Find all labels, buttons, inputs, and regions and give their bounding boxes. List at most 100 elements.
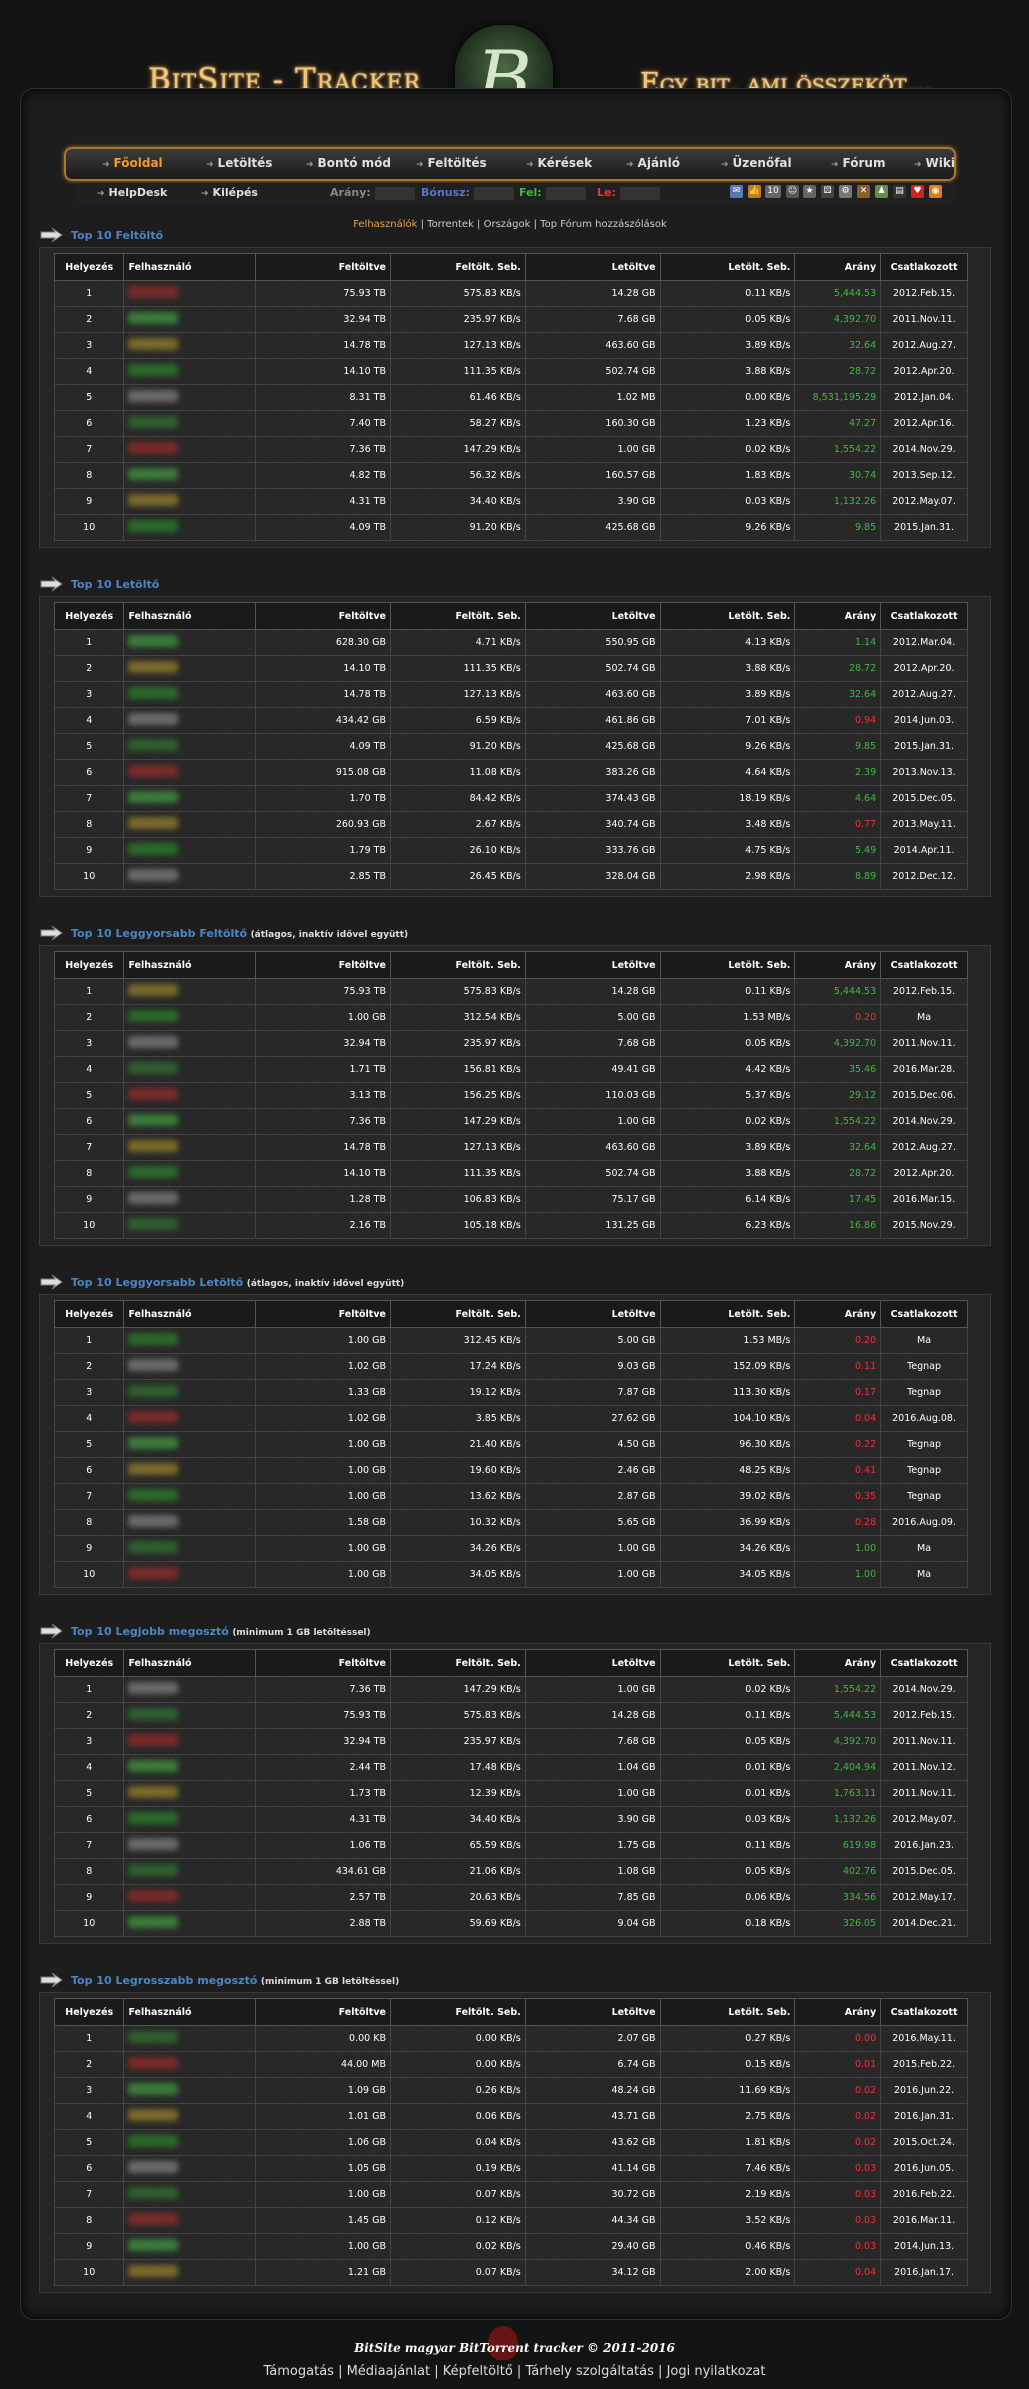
username-cell-blurred[interactable] xyxy=(123,1780,257,1807)
username-cell-blurred[interactable] xyxy=(123,733,257,760)
footer-link-legal[interactable]: Jogi nyilatkozat xyxy=(667,2364,766,2379)
logout-link[interactable]: ➜ Kilépés xyxy=(201,186,258,199)
username-cell-blurred[interactable] xyxy=(123,280,257,307)
username-cell-blurred[interactable] xyxy=(123,1676,257,1703)
menu-item-feltoltes[interactable]: ➜ Feltöltés xyxy=(416,156,487,170)
section-title-link[interactable]: Top 10 Letöltő xyxy=(71,578,159,591)
column-header: Arány xyxy=(794,1649,882,1677)
ratio-cell: 17.45 xyxy=(794,1186,882,1213)
ratio-cell: 5,444.53 xyxy=(794,978,882,1005)
username-cell-blurred[interactable] xyxy=(123,707,257,734)
footer-link-support[interactable]: Támogatás xyxy=(264,2364,334,2379)
username-cell-blurred[interactable] xyxy=(123,384,257,411)
username-cell-blurred[interactable] xyxy=(123,1483,257,1510)
menu-item-keresek[interactable]: ➜ Kérések xyxy=(526,156,592,170)
username-cell-blurred[interactable] xyxy=(123,1832,257,1859)
username-cell-blurred[interactable] xyxy=(123,514,257,541)
username-cell-blurred[interactable] xyxy=(123,1405,257,1432)
menu-item-forum[interactable]: ➜ Fórum xyxy=(831,156,885,170)
username-cell-blurred[interactable] xyxy=(123,2259,257,2286)
username-cell-blurred[interactable] xyxy=(123,1806,257,1833)
username-cell-blurred[interactable] xyxy=(123,1056,257,1083)
username-cell-blurred[interactable] xyxy=(123,1134,257,1161)
username-cell-blurred[interactable] xyxy=(123,837,257,864)
section-title-link[interactable]: Top 10 Leggyorsabb Letöltő xyxy=(71,1276,243,1289)
username-cell-blurred[interactable] xyxy=(123,2155,257,2182)
username-cell-blurred[interactable] xyxy=(123,332,257,359)
menu-item-letoltes[interactable]: ➜ Letöltés xyxy=(206,156,272,170)
menu-item-fooldal[interactable]: ➜ Főoldal xyxy=(102,156,163,170)
username-cell-blurred[interactable] xyxy=(123,1186,257,1213)
username-cell-blurred[interactable] xyxy=(123,2051,257,2078)
username-cell-blurred[interactable] xyxy=(123,1754,257,1781)
username-cell-blurred[interactable] xyxy=(123,1858,257,1885)
section-title-link[interactable]: Top 10 Legjobb megosztó xyxy=(71,1625,229,1638)
username-cell-blurred[interactable] xyxy=(123,2181,257,2208)
tools-icon[interactable]: ✕ xyxy=(857,185,870,198)
menu-item-wiki[interactable]: ➜ Wiki xyxy=(914,156,955,170)
menu-item-bonto-mod[interactable]: ➜ Bontó mód xyxy=(306,156,391,170)
section-title-link[interactable]: Top 10 Feltöltő xyxy=(71,229,163,242)
thumbs-up-icon[interactable]: 👍 xyxy=(748,185,761,198)
username-cell-blurred[interactable] xyxy=(123,410,257,437)
username-cell-blurred[interactable] xyxy=(123,1379,257,1406)
inbox-counter-icon[interactable]: 10 xyxy=(765,185,781,198)
username-cell-blurred[interactable] xyxy=(123,1702,257,1729)
username-cell-blurred[interactable] xyxy=(123,1030,257,1057)
username-cell-blurred[interactable] xyxy=(123,2103,257,2130)
mail-icon[interactable]: ✉ xyxy=(730,185,743,198)
footer-link-image-upload[interactable]: Képfeltöltő xyxy=(443,2364,513,2379)
username-cell-blurred[interactable] xyxy=(123,488,257,515)
dice-icon[interactable]: ⚄ xyxy=(821,185,834,198)
username-cell-blurred[interactable] xyxy=(123,2207,257,2234)
username-cell-blurred[interactable] xyxy=(123,1327,257,1354)
bonus-stat[interactable]: Bónusz: xyxy=(421,186,514,200)
username-cell-blurred[interactable] xyxy=(123,1160,257,1187)
username-cell-blurred[interactable] xyxy=(123,863,257,890)
username-cell-blurred[interactable] xyxy=(123,1353,257,1380)
helpdesk-link[interactable]: ➜ HelpDesk xyxy=(97,186,167,199)
username-cell-blurred[interactable] xyxy=(123,1212,257,1239)
bookmark-icon[interactable]: ★ xyxy=(803,185,816,198)
footer-link-media[interactable]: Médiaajánlat xyxy=(347,2364,431,2379)
username-cell-blurred[interactable] xyxy=(123,306,257,333)
username-cell-blurred[interactable] xyxy=(123,358,257,385)
username-cell-blurred[interactable] xyxy=(123,1457,257,1484)
username-cell-blurred[interactable] xyxy=(123,655,257,682)
username-cell-blurred[interactable] xyxy=(123,1910,257,1937)
friends-icon[interactable]: ☺ xyxy=(786,185,799,198)
username-cell-blurred[interactable] xyxy=(123,1728,257,1755)
username-cell-blurred[interactable] xyxy=(123,681,257,708)
settings-icon[interactable]: ⚙ xyxy=(839,185,852,198)
username-cell-blurred[interactable] xyxy=(123,462,257,489)
section-title-link[interactable]: Top 10 Legrosszabb megosztó xyxy=(71,1974,257,1987)
username-cell-blurred[interactable] xyxy=(123,759,257,786)
username-cell-blurred[interactable] xyxy=(123,629,257,656)
username-cell-blurred[interactable] xyxy=(123,1082,257,1109)
shop-icon[interactable]: ▤ xyxy=(893,185,906,198)
username-cell-blurred[interactable] xyxy=(123,1431,257,1458)
table-row: 4 1.02 GB 3.85 KB/s 27.62 GB 104.10 KB/s 0.04… xyxy=(53,1405,968,1432)
footer-link-hosting[interactable]: Tárhely szolgáltatás xyxy=(525,2364,653,2379)
username-cell-blurred[interactable] xyxy=(123,436,257,463)
menu-item-uzenofal[interactable]: ➜ Üzenőfal xyxy=(721,156,792,170)
username-cell-blurred[interactable] xyxy=(123,785,257,812)
username-cell-blurred[interactable] xyxy=(123,1509,257,1536)
username-cell-blurred[interactable] xyxy=(123,978,257,1005)
menu-item-ajanlo[interactable]: ➜ Ajánló xyxy=(626,156,680,170)
username-cell-blurred[interactable] xyxy=(123,2129,257,2156)
username-cell-blurred[interactable] xyxy=(123,811,257,838)
username-cell-blurred[interactable] xyxy=(123,2077,257,2104)
username-cell-blurred[interactable] xyxy=(123,1884,257,1911)
heart-icon[interactable]: ♥ xyxy=(911,185,924,198)
username-cell-blurred[interactable] xyxy=(123,1561,257,1588)
username-cell-blurred[interactable] xyxy=(123,2025,257,2052)
username-cell-blurred[interactable] xyxy=(123,1108,257,1135)
arrow-icon: ➜ xyxy=(416,160,424,170)
rss-icon[interactable]: ◉ xyxy=(929,185,942,198)
user-icon[interactable]: ♟ xyxy=(875,185,888,198)
username-cell-blurred[interactable] xyxy=(123,1004,257,1031)
username-cell-blurred[interactable] xyxy=(123,1535,257,1562)
section-title-link[interactable]: Top 10 Leggyorsabb Feltöltő xyxy=(71,927,247,940)
username-cell-blurred[interactable] xyxy=(123,2233,257,2260)
